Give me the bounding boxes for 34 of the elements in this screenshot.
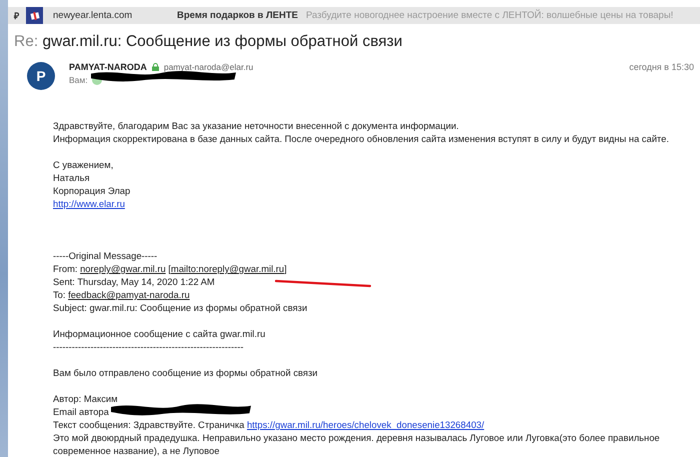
message-line: Subject: gwar.mil.ru: Сообщение из формы обратной связи [53, 302, 308, 313]
message-line: Здравствуйте, благодарим Вас за указание неточности внесенной с документа информации. [53, 120, 459, 131]
ad-banner[interactable]: ₽ newyear.lenta.com Время подарков в ЛЕНТЕ Разбудите новогоднее настроение вместе с ЛЕНТОЙ: волшебные цены на товары! [8, 7, 700, 24]
message-line: Корпорация Элар [53, 185, 130, 196]
message-line: Информационное сообщение с сайта gwar.mil.ru [53, 328, 266, 339]
message-line: To: feedback@pamyat-naroda.ru [53, 289, 190, 300]
message-line: Вам было отправлено сообщение из формы обратной связи [53, 367, 318, 378]
sender-name[interactable]: PAMYAT-NARODA [69, 62, 147, 72]
lock-icon [152, 63, 159, 71]
message-line: С уважением, [53, 159, 114, 170]
ad-domain[interactable]: newyear.lenta.com [53, 10, 177, 21]
sender-avatar: P [27, 62, 55, 90]
message-line: Sent: Thursday, May 14, 2020 1:22 AM [53, 276, 215, 287]
email-link[interactable]: feedback@pamyat-naroda.ru [68, 289, 190, 300]
sender-email[interactable]: pamyat-naroda@elar.ru [164, 62, 254, 72]
message-link[interactable]: https://gwar.mil.ru/heroes/chelovek_donesenie13268403/ [246, 419, 484, 430]
message-line: From: noreply@gwar.mil.ru [mailto:noreply@gwar.mil.ru] [53, 263, 287, 274]
message-line: Email автора [53, 406, 109, 417]
received-time: сегодня в 15:30 [629, 62, 694, 74]
ad-title[interactable]: Время подарков в ЛЕНТЕ [177, 10, 298, 21]
message-line: Автор: Максим [53, 393, 118, 404]
message-link[interactable]: http://www.elar.ru [53, 198, 125, 209]
email-link[interactable]: mailto:noreply@gwar.mil.ru [170, 263, 284, 274]
message-line: Наталья [53, 172, 90, 183]
recipient-label: Вам: [69, 75, 88, 85]
message-line: Текст сообщения: Здравствуйте. Страничка https://gwar.mil.ru/heroes/chelovek_donesenie13268403/ [53, 419, 484, 430]
currency-icon: ₽ [14, 9, 26, 22]
gift-icon [26, 7, 43, 24]
email-link[interactable]: noreply@gwar.mil.ru [80, 263, 166, 274]
email-subject: Re: gwar.mil.ru: Сообщение из формы обратной связи [14, 33, 402, 50]
message-line: ------------------------------------------------------------- [53, 341, 244, 352]
message-line: Это мой двоюрдный прадедушка. Неправильно указано место рождения. деревня называлась Луговое или Луговка(это более правильное современное название), а не Луповое [53, 432, 660, 456]
message-line: Информация скорректирована в базе данных сайта. После очередного обновления сайта изменения вступят в силу и будут видны на сайте. [53, 133, 669, 144]
message-line: -----Original Message----- [53, 250, 158, 261]
